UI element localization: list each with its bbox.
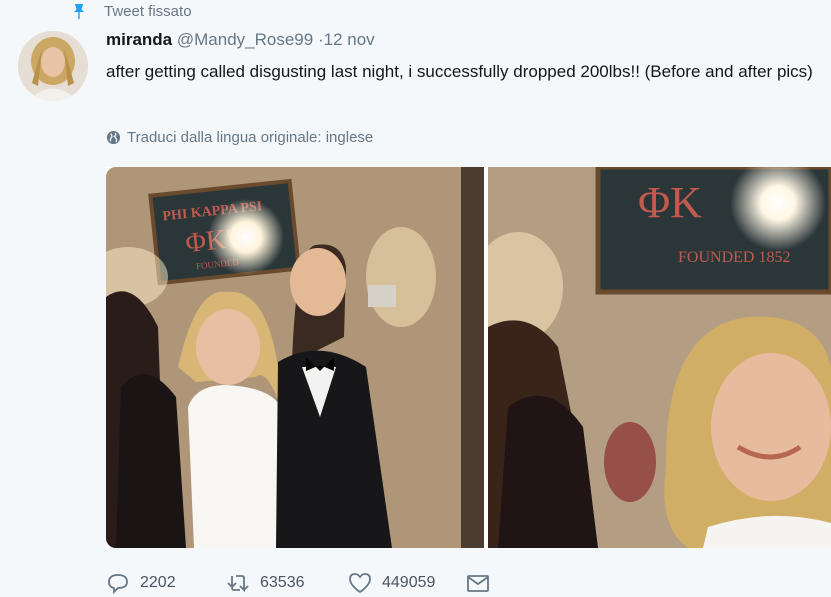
envelope-icon <box>467 575 489 592</box>
user-handle[interactable]: @Mandy_Rose99 <box>177 30 313 49</box>
translate-label[interactable]: Traduci dalla lingua originale: inglese <box>127 129 373 146</box>
tweet-photo-1[interactable]: PHI KAPPA PSI ΦΚΨ FOUNDED <box>106 167 484 548</box>
like-count: 449059 <box>382 574 436 591</box>
reply-count: 2202 <box>140 574 176 591</box>
tweet-date[interactable]: 12 nov <box>324 30 375 49</box>
pin-icon <box>74 4 84 19</box>
translate-link[interactable]: Traduci dalla lingua originale: inglese <box>106 129 373 146</box>
pinned-label-text: Tweet fissato <box>104 2 192 20</box>
reply-button[interactable]: 2202 <box>106 572 226 594</box>
tweet-photo-2[interactable]: ΦΚ FOUNDED 1852 <box>488 167 831 548</box>
retweet-button[interactable]: 63536 <box>226 572 348 594</box>
sign2-greek: ΦΚ <box>638 178 702 227</box>
retweet-icon <box>227 575 249 593</box>
direct-message-button[interactable] <box>466 572 500 594</box>
sign2-founded: FOUNDED 1852 <box>678 249 790 266</box>
tweet-header: miranda @Mandy_Rose99 ·12 nov <box>106 30 375 50</box>
tweet-media: PHI KAPPA PSI ΦΚΨ FOUNDED <box>106 167 831 548</box>
globe-icon <box>106 130 121 145</box>
tweet-actions: 2202 63536 449059 <box>106 570 500 596</box>
heart-icon <box>349 573 371 594</box>
retweet-count: 63536 <box>260 574 305 591</box>
avatar[interactable] <box>18 31 88 101</box>
reply-icon <box>108 574 128 594</box>
display-name[interactable]: miranda <box>106 30 172 49</box>
tweet-text: after getting called disgusting last nig… <box>106 62 813 81</box>
pinned-tweet-label: Tweet fissato <box>72 0 192 22</box>
like-button[interactable]: 449059 <box>348 572 466 594</box>
